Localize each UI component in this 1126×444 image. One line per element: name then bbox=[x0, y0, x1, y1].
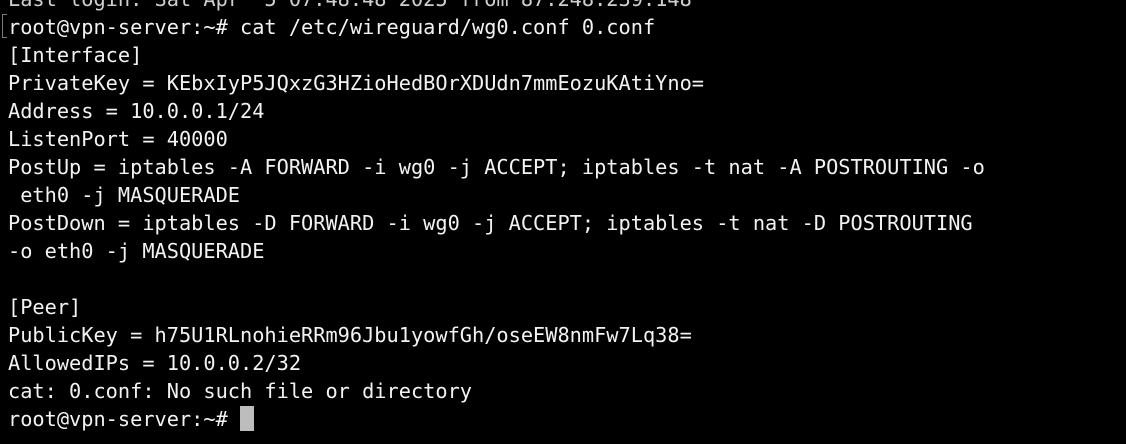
shell-prompt: root@vpn-server:~# bbox=[8, 407, 240, 431]
config-address: Address = 10.0.0.1/24 bbox=[8, 99, 265, 123]
config-postdown-wrap: -o eth0 -j MASQUERADE bbox=[8, 239, 265, 263]
command-line: root@vpn-server:~# cat /etc/wireguard/wg… bbox=[8, 15, 656, 39]
config-section-peer: [Peer] bbox=[8, 295, 82, 319]
config-private-key: PrivateKey = KEbxIyP5JQxzG3HZioHedBOrXDU… bbox=[8, 71, 704, 95]
prompt-line[interactable]: root@vpn-server:~# bbox=[8, 405, 985, 433]
config-postdown: PostDown = iptables -D FORWARD -i wg0 -j… bbox=[8, 211, 985, 235]
config-postup-wrap: eth0 -j MASQUERADE bbox=[8, 183, 240, 207]
config-section-interface: [Interface] bbox=[8, 43, 143, 67]
config-postup: PostUp = iptables -A FORWARD -i wg0 -j A… bbox=[8, 155, 985, 179]
error-message: cat: 0.conf: No such file or directory bbox=[8, 379, 472, 403]
terminal-window[interactable]: Last login: Sat Apr 5 07:48:48 2025 from… bbox=[0, 0, 1126, 444]
config-allowed-ips: AllowedIPs = 10.0.0.2/32 bbox=[8, 351, 302, 375]
terminal-output: Last login: Sat Apr 5 07:48:48 2025 from… bbox=[8, 0, 985, 433]
last-login-line: Last login: Sat Apr 5 07:48:48 2025 from… bbox=[8, 0, 985, 13]
config-public-key: PublicKey = h75U1RLnohieRRm96Jbu1yowfGh/… bbox=[8, 323, 692, 347]
config-listen-port: ListenPort = 40000 bbox=[8, 127, 228, 151]
text-cursor bbox=[240, 406, 254, 431]
selection-marker bbox=[2, 14, 7, 38]
